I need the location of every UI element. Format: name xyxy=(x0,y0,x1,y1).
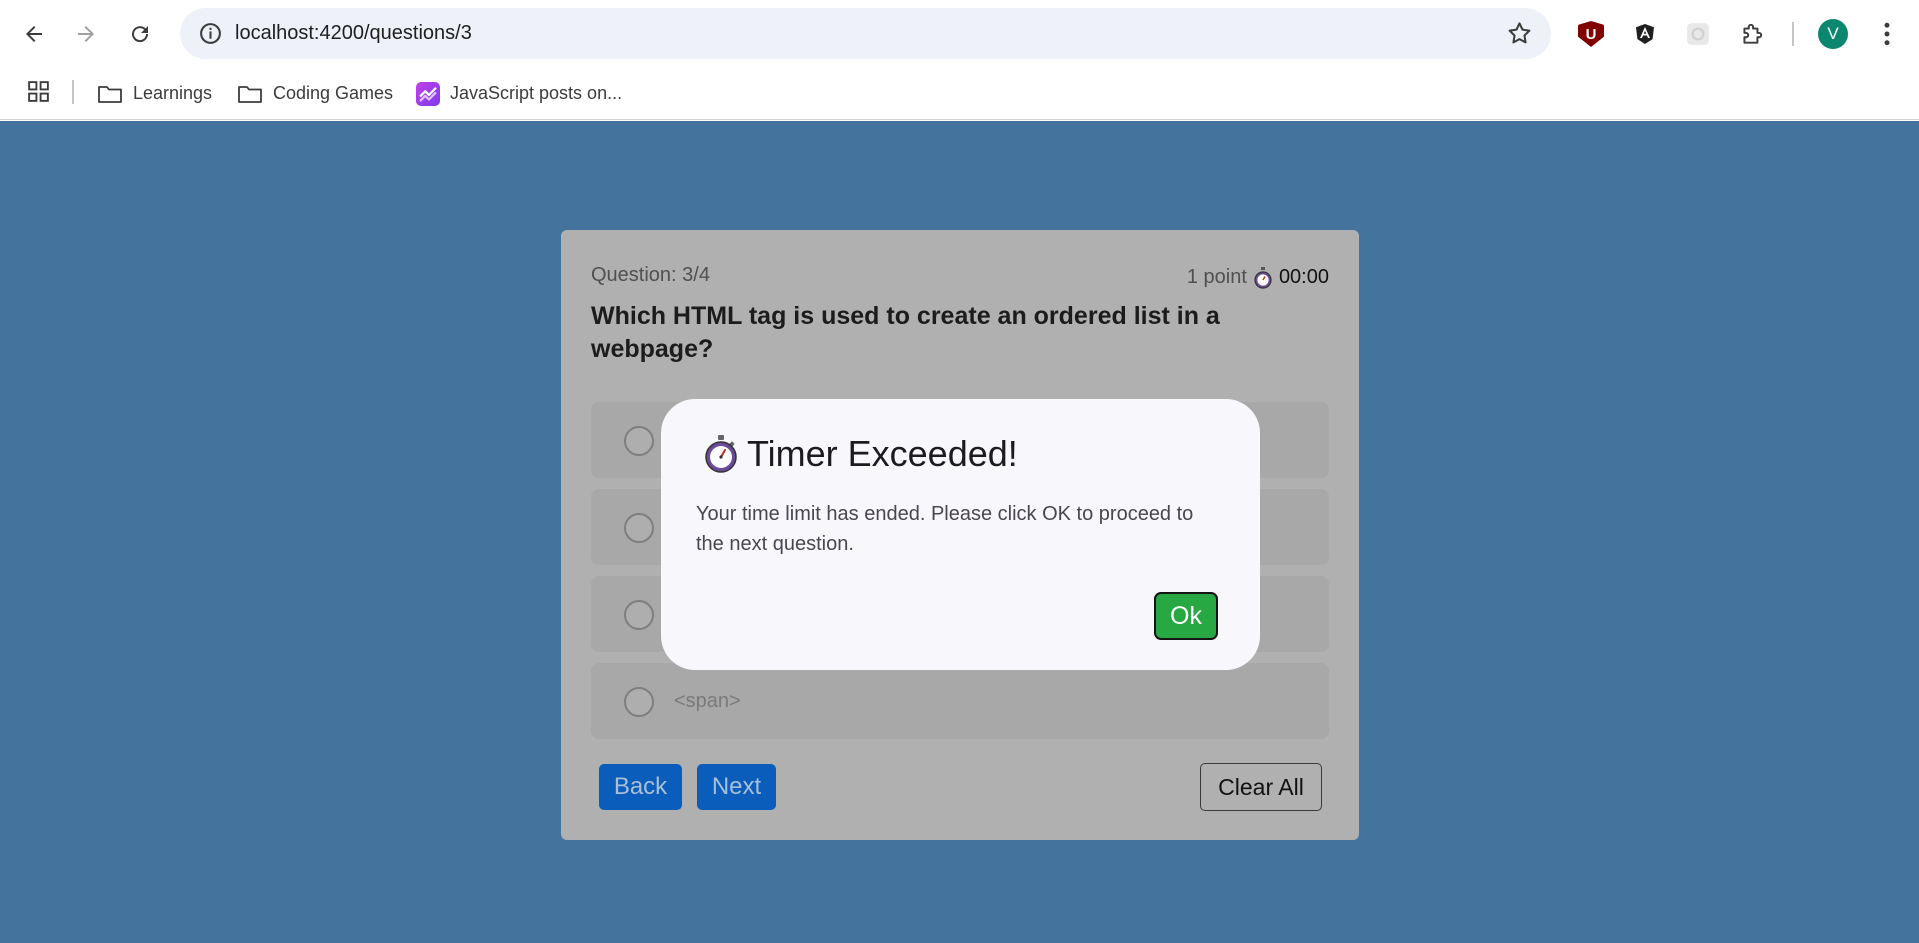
bookmark-javascript-posts[interactable]: JavaScript posts on... xyxy=(416,67,622,120)
url-text[interactable]: localhost:4200/questions/3 xyxy=(235,8,472,59)
radio-button[interactable] xyxy=(624,513,654,543)
forward-nav-button[interactable] xyxy=(66,14,106,54)
apps-grid-icon[interactable] xyxy=(26,79,51,104)
bookmark-star-icon[interactable] xyxy=(1506,20,1533,47)
stopwatch-icon xyxy=(1254,266,1272,289)
reload-button[interactable] xyxy=(120,14,160,54)
radio-button[interactable] xyxy=(624,600,654,630)
back-nav-button[interactable] xyxy=(14,14,54,54)
arrow-right-icon xyxy=(78,26,94,42)
question-text: Which HTML tag is used to create an orde… xyxy=(591,302,1220,363)
profile-avatar[interactable]: V xyxy=(1818,19,1848,49)
dialog-message: Your time limit has ended. Please click … xyxy=(696,503,1194,555)
next-button[interactable]: Next xyxy=(697,764,776,810)
bookmark-label: Learnings xyxy=(133,83,213,103)
bookmark-coding-games[interactable]: Coding Games xyxy=(237,67,393,120)
site-info-icon[interactable] xyxy=(198,21,223,46)
dialog-title: Timer Exceeded! xyxy=(703,433,1018,475)
back-button[interactable]: Back xyxy=(599,764,682,810)
stopwatch-icon xyxy=(705,435,737,473)
kebab-menu-icon[interactable] xyxy=(1872,18,1902,50)
bookmarks-divider xyxy=(72,80,74,104)
angular-devtools-extension-button[interactable] xyxy=(1629,18,1661,50)
extensions-menu-button[interactable] xyxy=(1736,18,1768,50)
address-bar[interactable]: localhost:4200/questions/3 xyxy=(180,8,1551,59)
timer-display: 00:00 xyxy=(1278,266,1329,288)
question-counter: Question: 3/4 xyxy=(591,264,710,286)
arrow-left-icon xyxy=(26,26,42,42)
toolbar-divider xyxy=(1792,22,1794,46)
bookmark-label: JavaScript posts on... xyxy=(450,83,623,103)
puzzle-piece-icon xyxy=(1743,23,1763,44)
reload-icon xyxy=(132,26,149,43)
angular-icon xyxy=(1636,24,1654,44)
ok-button[interactable]: Ok xyxy=(1154,592,1218,640)
ublock-extension-button[interactable]: U xyxy=(1575,18,1607,50)
page-backdrop: Question: 3/4 1 point 00:00 Which HTML t… xyxy=(0,121,1919,943)
option-label: <span> xyxy=(674,690,741,712)
dialog-title-text: Timer Exceeded! xyxy=(747,433,1018,474)
radio-button[interactable] xyxy=(624,426,654,456)
bookmark-learnings[interactable]: Learnings xyxy=(97,67,212,120)
browser-toolbar: localhost:4200/questions/3 U V xyxy=(0,0,1919,67)
extension-placeholder-icon xyxy=(1687,23,1709,45)
grey-extension-button[interactable] xyxy=(1682,18,1714,50)
folder-icon xyxy=(98,85,122,103)
site-favicon-icon xyxy=(416,81,440,106)
radio-button[interactable] xyxy=(624,687,654,717)
bookmark-label: Coding Games xyxy=(273,83,394,103)
clear-all-button[interactable]: Clear All xyxy=(1200,763,1322,811)
answer-option-4[interactable]: <span> xyxy=(591,663,1329,739)
ublock-shield-icon: U xyxy=(1578,21,1604,47)
folder-icon xyxy=(238,85,262,103)
question-meta: 1 point 00:00 xyxy=(1187,266,1329,289)
points-label: 1 point xyxy=(1186,266,1247,288)
bookmarks-bar: Learnings Coding Games JavaScript posts … xyxy=(0,67,1919,120)
timer-exceeded-dialog: Timer Exceeded! Your time limit has ende… xyxy=(661,399,1260,670)
